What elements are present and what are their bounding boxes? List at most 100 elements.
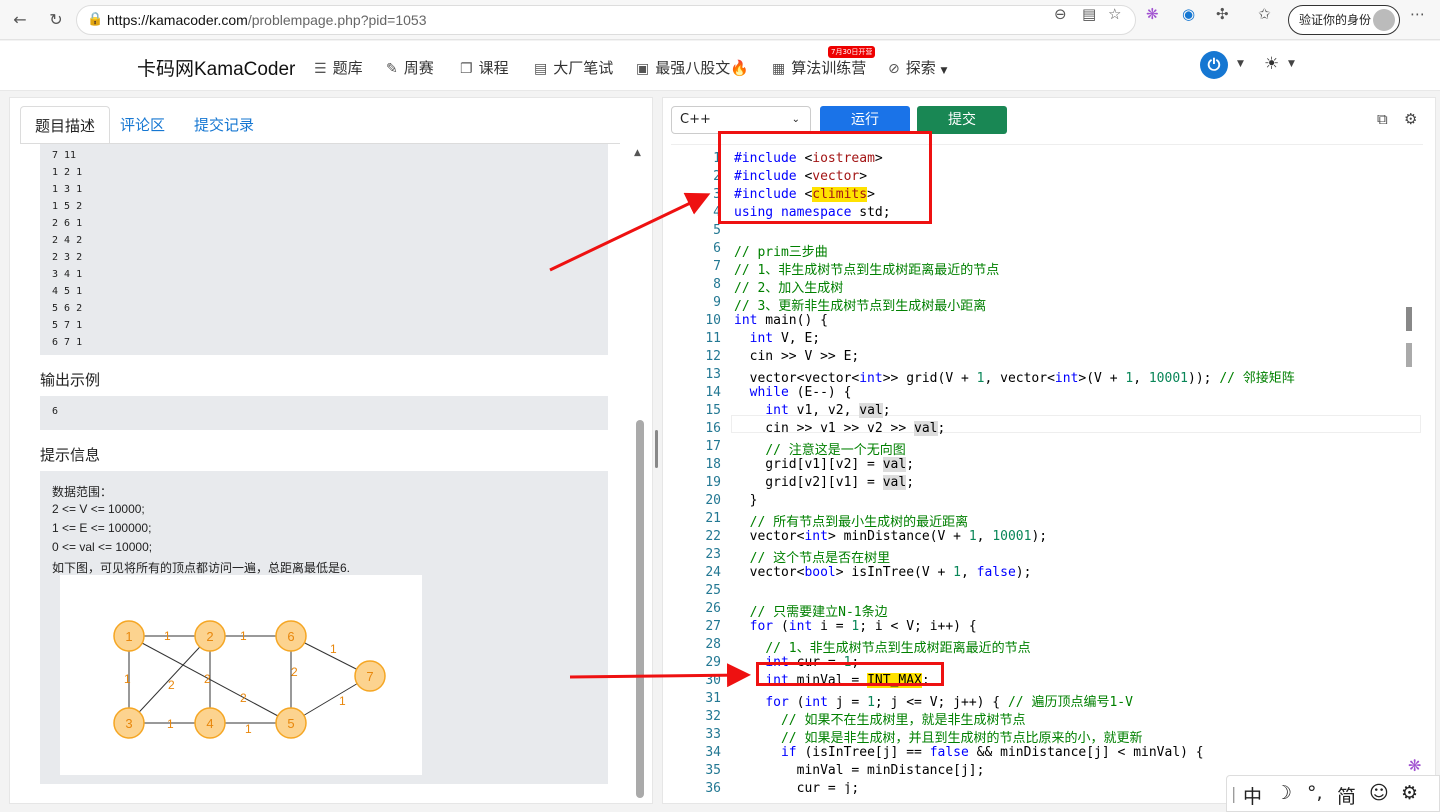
input-line: 1 3 1 bbox=[52, 184, 83, 195]
code-line[interactable]: #include <climits> bbox=[734, 187, 875, 202]
panel-resizer[interactable] bbox=[655, 430, 658, 468]
code-line[interactable]: // 所有节点到最小生成树的最近距离 bbox=[734, 511, 968, 530]
code-line[interactable]: if (isInTree[j] == false && minDistance[… bbox=[734, 745, 1204, 760]
back-icon[interactable]: ← bbox=[10, 10, 30, 30]
code-line[interactable]: vector<bool> isInTree(V + 1, false); bbox=[734, 565, 1032, 580]
ime-chinese-mode[interactable]: 中 bbox=[1243, 782, 1262, 809]
puzzle-icon[interactable]: ✣ bbox=[1216, 5, 1229, 23]
language-select[interactable]: C++ ⌄ bbox=[671, 106, 811, 134]
code-line[interactable]: grid[v1][v2] = val; bbox=[734, 457, 914, 472]
line-number: 3 bbox=[713, 187, 721, 202]
tab-submissions[interactable]: 提交记录 bbox=[180, 106, 268, 144]
code-line[interactable]: cin >> v1 >> v2 >> val; bbox=[734, 421, 945, 436]
profile-button[interactable]: 验证你的身份 bbox=[1288, 5, 1400, 35]
scroll-up-icon[interactable]: ▲ bbox=[634, 148, 641, 158]
code-line[interactable]: // prim三步曲 bbox=[734, 241, 828, 260]
input-sample-box: 7 11 1 2 1 1 3 1 1 5 2 2 6 1 2 4 2 2 3 2… bbox=[40, 144, 608, 355]
line-number: 18 bbox=[705, 457, 721, 472]
code-line[interactable]: #include <iostream> bbox=[734, 151, 883, 166]
nav-problems[interactable]: ☰ 题库 bbox=[314, 57, 363, 78]
code-line[interactable]: vector<vector<int>> grid(V + 1, vector<i… bbox=[734, 367, 1295, 386]
tab-comments[interactable]: 评论区 bbox=[106, 106, 179, 144]
nav-courses[interactable]: ❐ 课程 bbox=[460, 57, 509, 78]
ime-handle[interactable]: | bbox=[1231, 784, 1236, 803]
browser-toolbar: ← ↻ 🔒 https://kamacoder.com/problempage.… bbox=[0, 0, 1440, 40]
code-line[interactable]: int main() { bbox=[734, 313, 828, 328]
reload-icon[interactable]: ↻ bbox=[46, 10, 66, 30]
code-line[interactable]: // 只需要建立N-1条边 bbox=[734, 601, 888, 620]
favorites-icon[interactable]: ✩ bbox=[1258, 5, 1271, 23]
hint-line: 数据范围： bbox=[52, 485, 113, 499]
chevron-down-icon[interactable]: ▼ bbox=[1288, 59, 1295, 69]
code-line[interactable]: using namespace std; bbox=[734, 205, 891, 220]
code-line[interactable]: while (E--) { bbox=[734, 385, 852, 400]
nav-label: 最强八股文🔥 bbox=[655, 59, 749, 77]
code-line[interactable]: // 1、非生成树节点到生成树距离最近的节点 bbox=[734, 637, 1030, 656]
list-icon: ☰ bbox=[314, 61, 327, 77]
nav-training-camp[interactable]: ▦ 算法训练营 bbox=[772, 57, 866, 78]
code-line[interactable]: // 1、非生成树节点到生成树距离最近的节点 bbox=[734, 259, 999, 278]
tab-description[interactable]: 题目描述 bbox=[20, 106, 111, 144]
code-line[interactable]: int cur = 1; bbox=[734, 655, 859, 670]
nav-baguwen[interactable]: ▣ 最强八股文🔥 bbox=[636, 57, 749, 78]
favorite-star-icon[interactable]: ☆ bbox=[1108, 5, 1121, 23]
code-line[interactable]: for (int j = 1; j <= V; j++) { // 遍历顶点编号… bbox=[734, 691, 1133, 710]
code-line[interactable]: // 3、更新非生成树节点到生成树最小距离 bbox=[734, 295, 986, 314]
verify-label: 验证你的身份 bbox=[1299, 13, 1372, 27]
line-number: 11 bbox=[705, 331, 721, 346]
emoji-icon[interactable]: ☺ bbox=[1369, 782, 1389, 804]
line-number: 35 bbox=[705, 763, 721, 778]
run-button[interactable]: 运行 bbox=[820, 106, 910, 134]
line-number: 12 bbox=[705, 349, 721, 364]
chevron-down-icon[interactable]: ▼ bbox=[1237, 59, 1244, 69]
line-number: 6 bbox=[713, 241, 721, 256]
nav-written-test[interactable]: ▤ 大厂笔试 bbox=[534, 57, 613, 78]
extension-icon[interactable]: ◉ bbox=[1182, 5, 1195, 23]
code-line[interactable]: grid[v2][v1] = val; bbox=[734, 475, 914, 490]
code-line[interactable]: cur = j; bbox=[734, 781, 860, 794]
submit-button[interactable]: 提交 bbox=[917, 106, 1007, 134]
gear-icon[interactable]: ⚙ bbox=[1404, 110, 1417, 128]
code-editor[interactable]: 1 2 3 4 5 6 7 8 9 10 11 12 13 14 15 16 17 18 19 20 21 22 23 24 2… bbox=[671, 144, 1423, 794]
calendar-icon: ▦ bbox=[772, 61, 786, 77]
reader-icon[interactable]: ▤ bbox=[1082, 5, 1096, 23]
gear-icon[interactable]: ⚙ bbox=[1401, 782, 1418, 804]
code-line[interactable]: int v1, v2, val; bbox=[734, 403, 891, 418]
code-line[interactable]: cin >> V >> E; bbox=[734, 349, 860, 364]
code-line[interactable]: #include <vector> bbox=[734, 169, 867, 184]
editor-scrollbar[interactable] bbox=[1406, 307, 1412, 331]
nav-weekly[interactable]: ✎ 周赛 bbox=[386, 57, 434, 78]
code-line[interactable]: // 2、加入生成树 bbox=[734, 277, 843, 296]
brand-logo[interactable]: 卡码网KamaCoder bbox=[137, 54, 295, 81]
theme-sun-icon[interactable]: ☀ bbox=[1264, 54, 1279, 74]
language-value: C++ bbox=[680, 112, 711, 127]
ime-simplified[interactable]: 简 bbox=[1337, 782, 1356, 809]
site-navbar: 卡码网KamaCoder ☰ 题库 ✎ 周赛 ❐ 课程 ▤ 大厂笔试 ▣ 最强八股文🔥 ▦… bbox=[0, 41, 1440, 91]
line-number: 16 bbox=[705, 421, 721, 436]
copilot-float-icon[interactable]: ❋ bbox=[1408, 756, 1421, 775]
code-line[interactable]: // 注意这是一个无向图 bbox=[734, 439, 905, 458]
ime-punctuation[interactable]: °, bbox=[1307, 782, 1323, 804]
code-line[interactable]: vector<int> minDistance(V + 1, 10001); bbox=[734, 529, 1047, 544]
code-doc-icon: ▣ bbox=[636, 61, 650, 77]
copilot-icon[interactable]: ❋ bbox=[1146, 5, 1159, 23]
code-line[interactable]: // 这个节点是否在树里 bbox=[734, 547, 890, 566]
power-icon[interactable]: ⏻ bbox=[1200, 51, 1228, 79]
address-bar[interactable]: 🔒 https://kamacoder.com/problempage.php?… bbox=[76, 5, 1136, 35]
hint-title: 提示信息 bbox=[40, 446, 101, 464]
code-line[interactable]: int V, E; bbox=[734, 331, 820, 346]
code-line[interactable]: for (int i = 1; i < V; i++) { bbox=[734, 619, 977, 634]
code-line[interactable]: } bbox=[734, 493, 758, 508]
line-number: 8 bbox=[713, 277, 721, 292]
nav-explore[interactable]: ⊘ 探索 ▼ bbox=[888, 57, 947, 78]
compass-icon: ⊘ bbox=[888, 61, 900, 77]
code-line[interactable]: minVal = minDistance[j]; bbox=[734, 763, 985, 778]
code-view-icon[interactable]: ⧉ bbox=[1377, 110, 1388, 128]
code-line[interactable]: // 如果是非生成树，并且到生成树的节点比原来的小，就更新 bbox=[734, 727, 1142, 746]
left-scrollbar[interactable] bbox=[636, 420, 644, 798]
code-line[interactable]: int minVal = INT_MAX; bbox=[734, 673, 930, 688]
code-line[interactable]: // 如果不在生成树里，就是非生成树节点 bbox=[734, 709, 1025, 728]
more-icon[interactable]: ⋯ bbox=[1410, 5, 1425, 23]
moon-icon[interactable]: ☽ bbox=[1275, 782, 1292, 804]
zoom-icon[interactable]: ⊖ bbox=[1054, 5, 1067, 23]
